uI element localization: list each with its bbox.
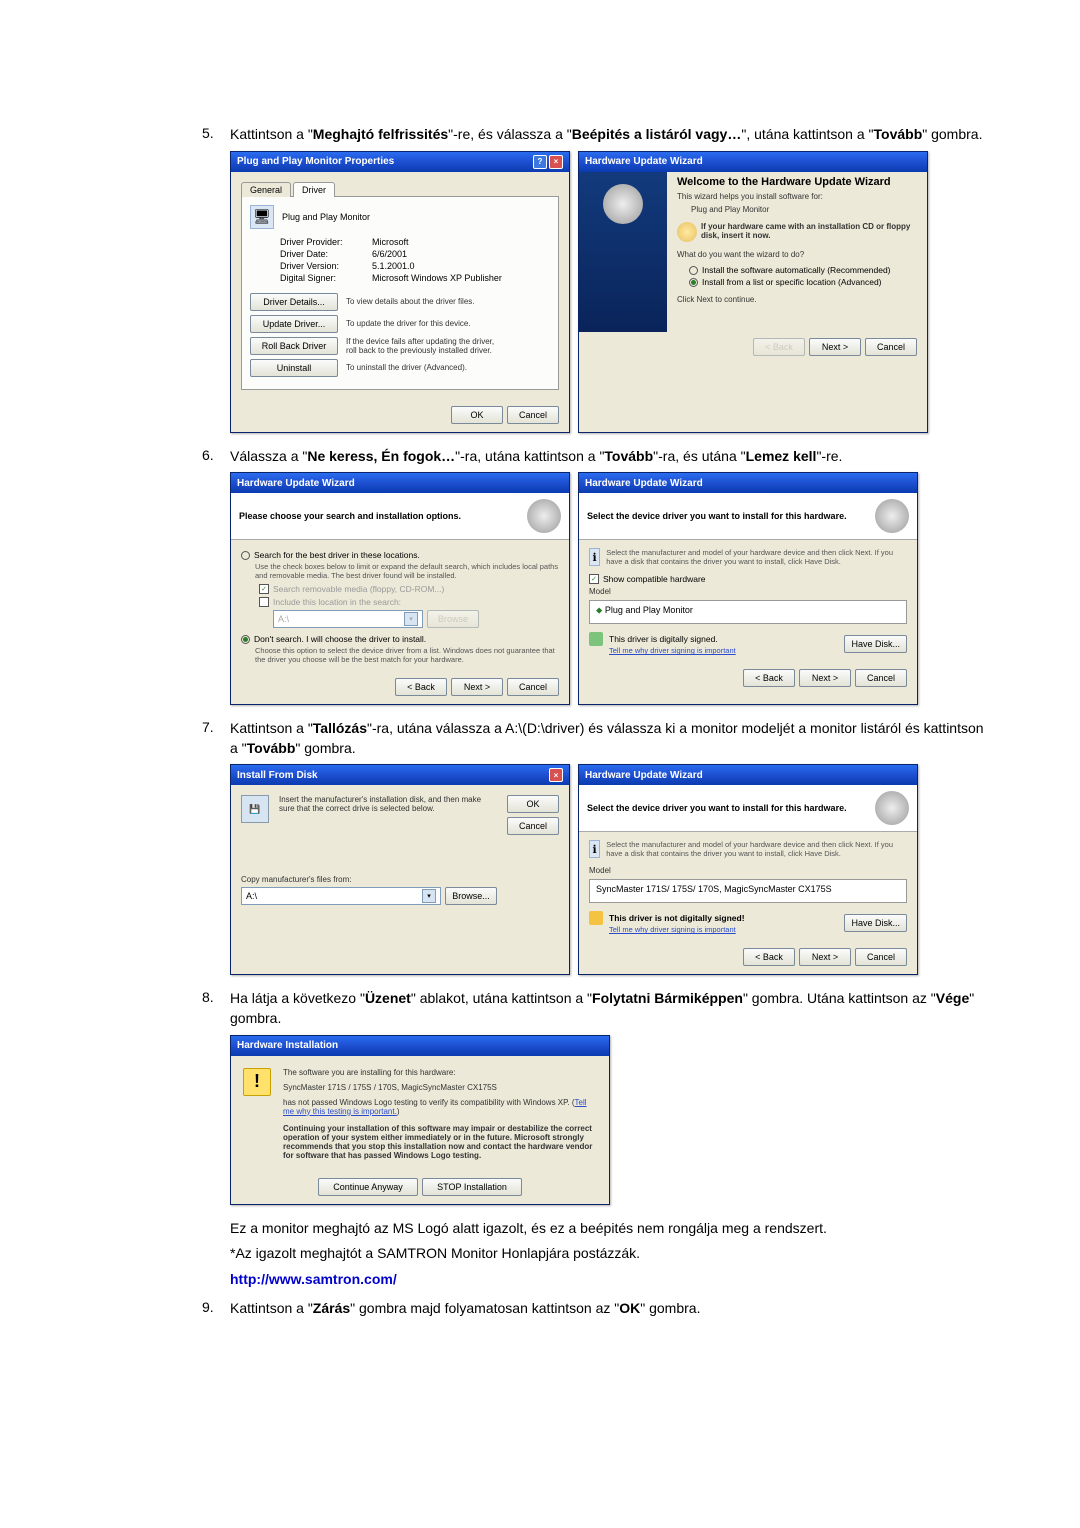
wizard-subhead: Select the device driver you want to ins…	[587, 803, 847, 813]
tab-general[interactable]: General	[241, 182, 291, 197]
path-dropdown: A:\▾	[273, 610, 423, 628]
back-button: < Back	[753, 338, 805, 356]
signed-icon	[589, 632, 603, 646]
next-button[interactable]: Next >	[799, 669, 851, 687]
have-disk-button[interactable]: Have Disk...	[844, 635, 907, 653]
dialog-title: Hardware Update Wizard	[237, 478, 355, 489]
uninstall-button[interactable]: Uninstall	[250, 359, 338, 377]
wizard-subhead: Please choose your search and installati…	[239, 511, 461, 521]
checkbox-media	[259, 584, 269, 594]
step-6-text: Válassza a "Ne keress, Én fogok…"-ra, ut…	[230, 447, 990, 467]
checkbox-compatible[interactable]	[589, 574, 599, 584]
back-button[interactable]: < Back	[743, 948, 795, 966]
info-icon: ℹ	[589, 840, 600, 858]
dialog-title: Hardware Update Wizard	[585, 156, 703, 167]
continue-anyway-button[interactable]: Continue Anyway	[318, 1178, 418, 1196]
wizard-search-options: Hardware Update Wizard Please choose you…	[230, 472, 570, 705]
help-button[interactable]: ?	[533, 155, 547, 169]
model-list[interactable]: ⬥ Plug and Play Monitor	[589, 600, 907, 624]
cancel-button[interactable]: Cancel	[855, 669, 907, 687]
cancel-button[interactable]: Cancel	[507, 817, 559, 835]
browse-button[interactable]: Browse...	[445, 887, 497, 905]
dialog-title: Plug and Play Monitor Properties	[237, 156, 394, 167]
have-disk-button[interactable]: Have Disk...	[844, 914, 907, 932]
cd-icon	[875, 499, 909, 533]
radio-search[interactable]	[241, 551, 250, 560]
signing-link[interactable]: Tell me why driver signing is important	[609, 646, 838, 655]
ok-button[interactable]: OK	[507, 795, 559, 813]
radio-dont-search[interactable]	[241, 635, 250, 644]
step-7-text: Kattintson a "Tallózás"-ra, utána válass…	[230, 719, 990, 758]
cancel-button[interactable]: Cancel	[507, 406, 559, 424]
radio-list[interactable]	[689, 278, 698, 287]
wizard-select-driver-model: Hardware Update Wizard Select the device…	[578, 764, 918, 975]
step-8-note2: *Az igazolt meghajtót a SAMTRON Monitor …	[230, 1244, 990, 1264]
hardware-installation-warning: Hardware Installation ! The software you…	[230, 1035, 610, 1205]
dialog-title: Hardware Update Wizard	[585, 478, 703, 489]
dialog-title: Install From Disk	[237, 770, 318, 781]
roll-back-driver-button[interactable]: Roll Back Driver	[250, 337, 338, 355]
close-button[interactable]: ×	[549, 768, 563, 782]
wizard-select-driver: Hardware Update Wizard Select the device…	[578, 472, 918, 705]
path-dropdown[interactable]: A:\▾	[241, 887, 441, 905]
update-driver-button[interactable]: Update Driver...	[250, 315, 338, 333]
dialog-title: Hardware Installation	[237, 1040, 338, 1051]
info-icon: ℹ	[589, 548, 600, 566]
step-8-text: Ha látja a következo "Üzenet" ablakot, u…	[230, 989, 990, 1028]
cd-icon	[527, 499, 561, 533]
cancel-button[interactable]: Cancel	[507, 678, 559, 696]
signing-link[interactable]: Tell me why driver signing is important	[609, 925, 838, 934]
hardware-update-wizard-welcome: Hardware Update Wizard Welcome to the Ha…	[578, 151, 928, 433]
browse-button: Browse	[427, 610, 479, 628]
close-button[interactable]: ×	[549, 155, 563, 169]
next-button[interactable]: Next >	[799, 948, 851, 966]
back-button[interactable]: < Back	[743, 669, 795, 687]
cd-icon	[677, 222, 697, 242]
back-button[interactable]: < Back	[395, 678, 447, 696]
next-button[interactable]: Next >	[451, 678, 503, 696]
cancel-button[interactable]: Cancel	[865, 338, 917, 356]
cd-icon	[875, 791, 909, 825]
wizard-subhead: Select the device driver you want to ins…	[587, 511, 847, 521]
warning-icon: !	[243, 1068, 271, 1096]
disk-icon: 💾	[241, 795, 269, 823]
wizard-heading: Welcome to the Hardware Update Wizard	[677, 176, 921, 188]
warning-icon	[589, 911, 603, 925]
radio-auto[interactable]	[689, 266, 698, 275]
ok-button[interactable]: OK	[451, 406, 503, 424]
cancel-button[interactable]: Cancel	[855, 948, 907, 966]
monitor-icon: 🖥	[250, 205, 274, 229]
model-list[interactable]: SyncMaster 171S/ 175S/ 170S, MagicSyncMa…	[589, 879, 907, 903]
checkbox-include	[259, 597, 269, 607]
samtron-link[interactable]: http://www.samtron.com/	[230, 1271, 397, 1287]
monitor-properties-dialog: Plug and Play Monitor Properties ? × Gen…	[230, 151, 570, 433]
step-8-note1: Ez a monitor meghajtó az MS Logó alatt i…	[230, 1219, 990, 1239]
step-5-text: Kattintson a "Meghajtó felfrissités"-re,…	[230, 125, 990, 145]
install-from-disk-dialog: Install From Disk × 💾 Insert the manufac…	[230, 764, 570, 975]
tab-driver[interactable]: Driver	[293, 182, 335, 197]
chevron-down-icon[interactable]: ▾	[422, 889, 436, 903]
dialog-titlebar: Plug and Play Monitor Properties ? ×	[231, 152, 569, 172]
monitor-name: Plug and Play Monitor	[282, 212, 370, 222]
cd-icon	[603, 184, 643, 224]
dialog-title: Hardware Update Wizard	[585, 770, 703, 781]
next-button[interactable]: Next >	[809, 338, 861, 356]
wizard-banner	[579, 172, 667, 332]
driver-details-button[interactable]: Driver Details...	[250, 293, 338, 311]
stop-installation-button[interactable]: STOP Installation	[422, 1178, 522, 1196]
step-9-text: Kattintson a "Zárás" gombra majd folyama…	[230, 1299, 990, 1319]
